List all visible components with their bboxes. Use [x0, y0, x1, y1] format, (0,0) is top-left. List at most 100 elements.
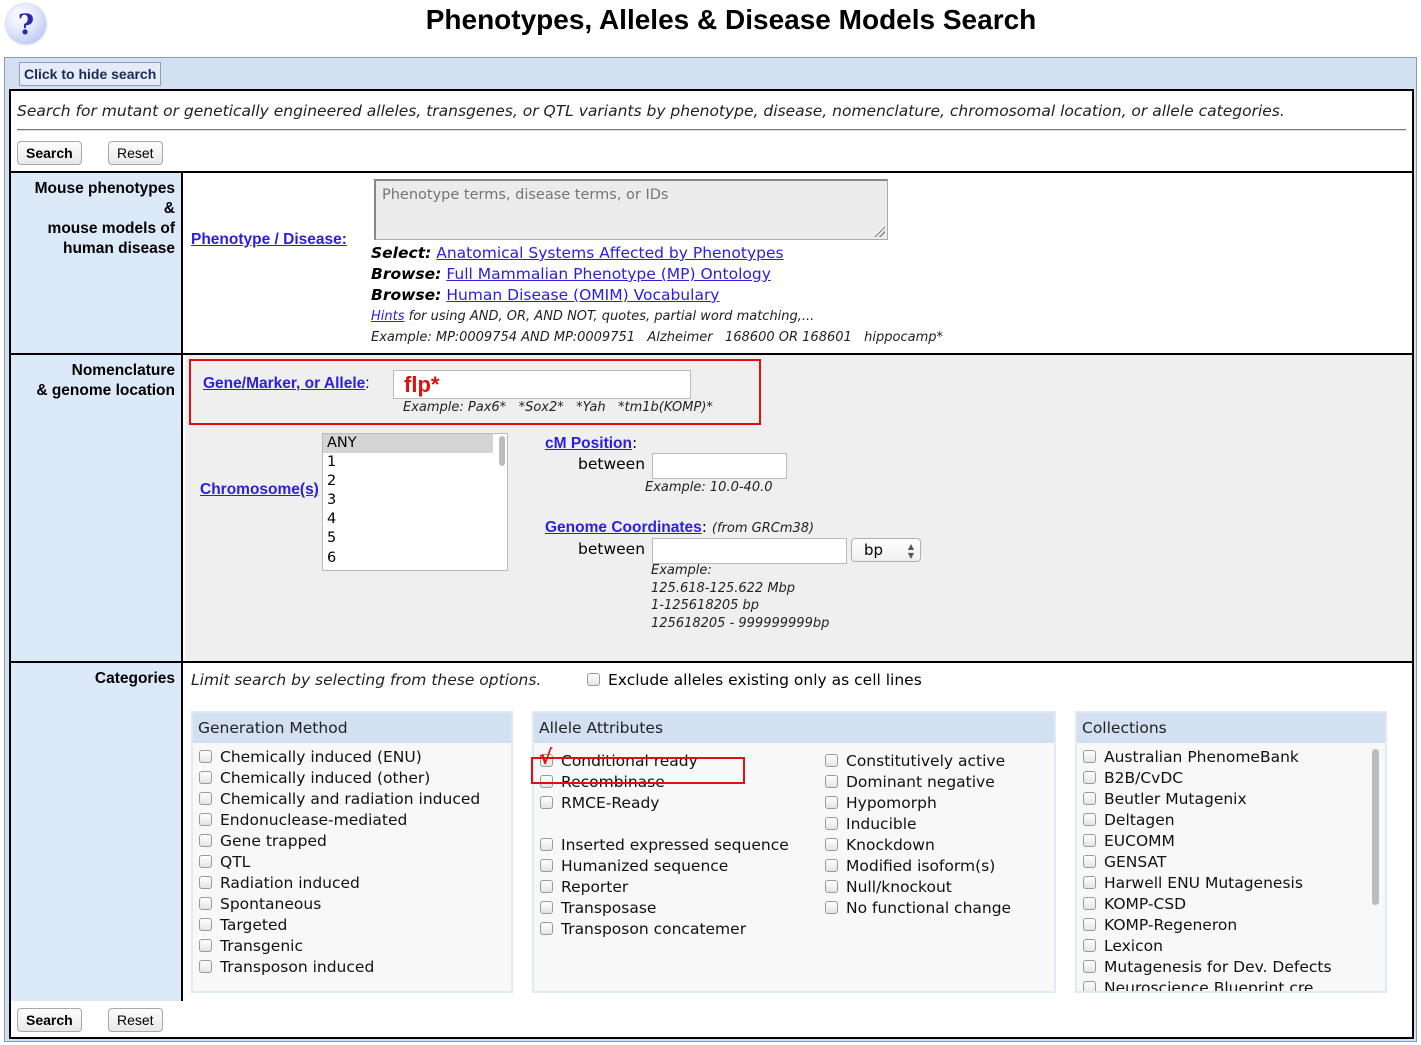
- checkbox[interactable]: [1083, 918, 1096, 931]
- checkbox[interactable]: [1083, 960, 1096, 973]
- checkbox[interactable]: [825, 817, 838, 830]
- checkbox-option[interactable]: Gene trapped: [199, 831, 511, 852]
- chromosome-option[interactable]: 4: [323, 510, 493, 529]
- checkbox-option[interactable]: EUCOMM: [1083, 831, 1385, 852]
- checkbox-option[interactable]: Chemically and radiation induced: [199, 789, 511, 810]
- exclude-cell-lines-option[interactable]: Exclude alleles existing only as cell li…: [587, 671, 922, 689]
- checkbox-option[interactable]: Neuroscience Blueprint cre: [1083, 978, 1385, 991]
- genome-coordinates-link[interactable]: Genome Coordinates: [545, 519, 702, 536]
- collections-scrollbar[interactable]: [1372, 749, 1379, 905]
- checkbox-option[interactable]: Modified isoform(s): [825, 856, 1011, 877]
- checkbox-option[interactable]: GENSAT: [1083, 852, 1385, 873]
- checkbox[interactable]: [1083, 834, 1096, 847]
- checkbox-option[interactable]: Reporter: [540, 877, 789, 898]
- checkbox[interactable]: [1083, 939, 1096, 952]
- checkbox[interactable]: [825, 775, 838, 788]
- checkbox-option[interactable]: Humanized sequence: [540, 856, 789, 877]
- checkbox-option[interactable]: Transgenic: [199, 936, 511, 957]
- chromosome-scrollbar[interactable]: [499, 436, 505, 466]
- gene-marker-allele-link[interactable]: Gene/Marker, or Allele: [203, 375, 365, 392]
- checkbox[interactable]: [540, 796, 553, 809]
- checkbox-option[interactable]: Null/knockout: [825, 877, 1011, 898]
- checkbox[interactable]: [540, 754, 553, 767]
- chromosome-option[interactable]: ANY: [323, 434, 493, 454]
- checkbox[interactable]: [199, 897, 212, 910]
- checkbox[interactable]: [199, 813, 212, 826]
- chromosome-option[interactable]: 3: [323, 491, 493, 510]
- checkbox-option[interactable]: Dominant negative: [825, 772, 1011, 793]
- checkbox[interactable]: [199, 855, 212, 868]
- cm-position-input[interactable]: [652, 453, 787, 479]
- checkbox-option[interactable]: Recombinase: [540, 772, 789, 793]
- checkbox-option[interactable]: Chemically induced (other): [199, 768, 511, 789]
- hide-search-button[interactable]: Click to hide search: [19, 62, 162, 86]
- chromosome-link[interactable]: Chromosome(s): [200, 481, 319, 499]
- checkbox-option[interactable]: Knockdown: [825, 835, 1011, 856]
- checkbox[interactable]: [199, 960, 212, 973]
- checkbox[interactable]: [1083, 792, 1096, 805]
- checkbox-option[interactable]: B2B/CvDC: [1083, 768, 1385, 789]
- checkbox-option[interactable]: Radiation induced: [199, 873, 511, 894]
- mp-ontology-link[interactable]: Full Mammalian Phenotype (MP) Ontology: [446, 265, 771, 283]
- gene-input[interactable]: flp*: [393, 370, 691, 399]
- checkbox-option[interactable]: Conditional ready: [540, 751, 789, 772]
- exclude-cell-lines-checkbox[interactable]: [587, 673, 600, 686]
- checkbox[interactable]: [540, 880, 553, 893]
- checkbox-option[interactable]: Australian PhenomeBank: [1083, 747, 1385, 768]
- checkbox[interactable]: [1083, 771, 1096, 784]
- checkbox[interactable]: [825, 880, 838, 893]
- reset-button-top[interactable]: Reset: [108, 141, 163, 165]
- checkbox-option[interactable]: QTL: [199, 852, 511, 873]
- checkbox-checked[interactable]: [540, 775, 553, 788]
- checkbox[interactable]: [199, 939, 212, 952]
- checkbox[interactable]: [1083, 750, 1096, 763]
- genome-coordinates-input[interactable]: [652, 538, 847, 564]
- omim-vocabulary-link[interactable]: Human Disease (OMIM) Vocabulary: [446, 286, 719, 304]
- checkbox[interactable]: [1083, 813, 1096, 826]
- checkbox[interactable]: [1083, 855, 1096, 868]
- checkbox[interactable]: [1083, 876, 1096, 889]
- checkbox-option[interactable]: KOMP-Regeneron: [1083, 915, 1385, 936]
- checkbox[interactable]: [199, 792, 212, 805]
- chromosome-option[interactable]: 2: [323, 472, 493, 491]
- search-button-bottom[interactable]: Search: [17, 1008, 82, 1032]
- checkbox-option[interactable]: Transposon induced: [199, 957, 511, 978]
- checkbox[interactable]: [540, 922, 553, 935]
- checkbox[interactable]: [199, 876, 212, 889]
- checkbox[interactable]: [199, 834, 212, 847]
- checkbox-option[interactable]: Hypomorph: [825, 793, 1011, 814]
- unit-select[interactable]: bp ▲ ▼: [851, 538, 921, 562]
- checkbox-option[interactable]: Inserted expressed sequence: [540, 835, 789, 856]
- checkbox-option[interactable]: Beutler Mutagenix: [1083, 789, 1385, 810]
- cm-position-link[interactable]: cM Position: [545, 435, 632, 452]
- checkbox[interactable]: [199, 771, 212, 784]
- checkbox[interactable]: [540, 859, 553, 872]
- checkbox-option[interactable]: Harwell ENU Mutagenesis: [1083, 873, 1385, 894]
- checkbox[interactable]: [825, 838, 838, 851]
- checkbox-option[interactable]: RMCE-Ready: [540, 793, 789, 814]
- anatomical-systems-link[interactable]: Anatomical Systems Affected by Phenotype…: [436, 244, 783, 262]
- checkbox[interactable]: [1083, 981, 1096, 991]
- checkbox[interactable]: [825, 859, 838, 872]
- checkbox-option[interactable]: Chemically induced (ENU): [199, 747, 511, 768]
- checkbox[interactable]: [825, 901, 838, 914]
- chromosome-select[interactable]: ANY 1 2 3 4 5 6: [322, 433, 508, 571]
- checkbox[interactable]: [825, 754, 838, 767]
- hints-link[interactable]: Hints: [371, 309, 405, 324]
- checkbox-option[interactable]: KOMP-CSD: [1083, 894, 1385, 915]
- checkbox[interactable]: [825, 796, 838, 809]
- checkbox-option[interactable]: Lexicon: [1083, 936, 1385, 957]
- reset-button-bottom[interactable]: Reset: [108, 1008, 163, 1032]
- search-button-top[interactable]: Search: [17, 141, 82, 165]
- phenotype-disease-link[interactable]: Phenotype / Disease:: [191, 231, 347, 249]
- checkbox-option[interactable]: Constitutively active: [825, 751, 1011, 772]
- checkbox-option[interactable]: Transposase: [540, 898, 789, 919]
- checkbox[interactable]: [1083, 897, 1096, 910]
- checkbox-option[interactable]: Spontaneous: [199, 894, 511, 915]
- checkbox-option[interactable]: Targeted: [199, 915, 511, 936]
- phenotype-input[interactable]: [374, 179, 888, 240]
- checkbox-option[interactable]: No functional change: [825, 898, 1011, 919]
- chromosome-option[interactable]: 1: [323, 453, 493, 472]
- checkbox-option[interactable]: Transposon concatemer: [540, 919, 789, 940]
- checkbox-option[interactable]: Mutagenesis for Dev. Defects: [1083, 957, 1385, 978]
